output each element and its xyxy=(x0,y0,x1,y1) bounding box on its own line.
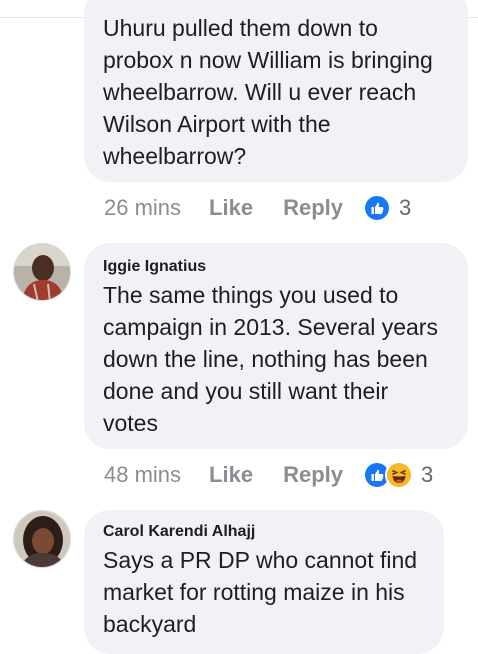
comment-text: Uhuru pulled them down to probox n now W… xyxy=(103,15,433,169)
comment-bubble: Carol Karendi Alhajj Says a PR DP who ca… xyxy=(84,510,444,654)
reaction-count: 3 xyxy=(421,462,434,487)
comment-timestamp[interactable]: 48 mins xyxy=(104,462,181,488)
reply-button[interactable]: Reply xyxy=(283,462,343,488)
comment-author[interactable]: Iggie Ignatius xyxy=(103,257,452,277)
comment-actions: 26 mins Like Reply 3 xyxy=(104,193,411,223)
avatar[interactable] xyxy=(13,243,71,301)
like-button[interactable]: Like xyxy=(209,462,253,488)
comments-thread: Uhuru pulled them down to probox n now W… xyxy=(0,0,478,654)
reactions-summary[interactable]: 3 xyxy=(363,461,433,489)
reactions-summary[interactable]: 3 xyxy=(363,194,411,222)
reaction-count: 3 xyxy=(399,195,412,220)
avatar[interactable] xyxy=(13,510,71,568)
comment-text: The same things you used to campaign in … xyxy=(103,282,438,436)
comment-author[interactable]: Carol Karendi Alhajj xyxy=(103,522,428,542)
comment-timestamp[interactable]: 26 mins xyxy=(104,195,181,221)
comment-text: Says a PR DP who cannot find market for … xyxy=(103,547,418,637)
comment-bubble: Uhuru pulled them down to probox n now W… xyxy=(84,0,468,182)
comment-bubble: Iggie Ignatius The same things you used … xyxy=(84,243,468,449)
reply-button[interactable]: Reply xyxy=(283,195,343,221)
like-button[interactable]: Like xyxy=(209,195,253,221)
haha-reaction-icon xyxy=(385,461,413,489)
like-reaction-icon xyxy=(363,194,391,222)
comment-actions: 48 mins Like Reply 3 xyxy=(104,460,433,490)
